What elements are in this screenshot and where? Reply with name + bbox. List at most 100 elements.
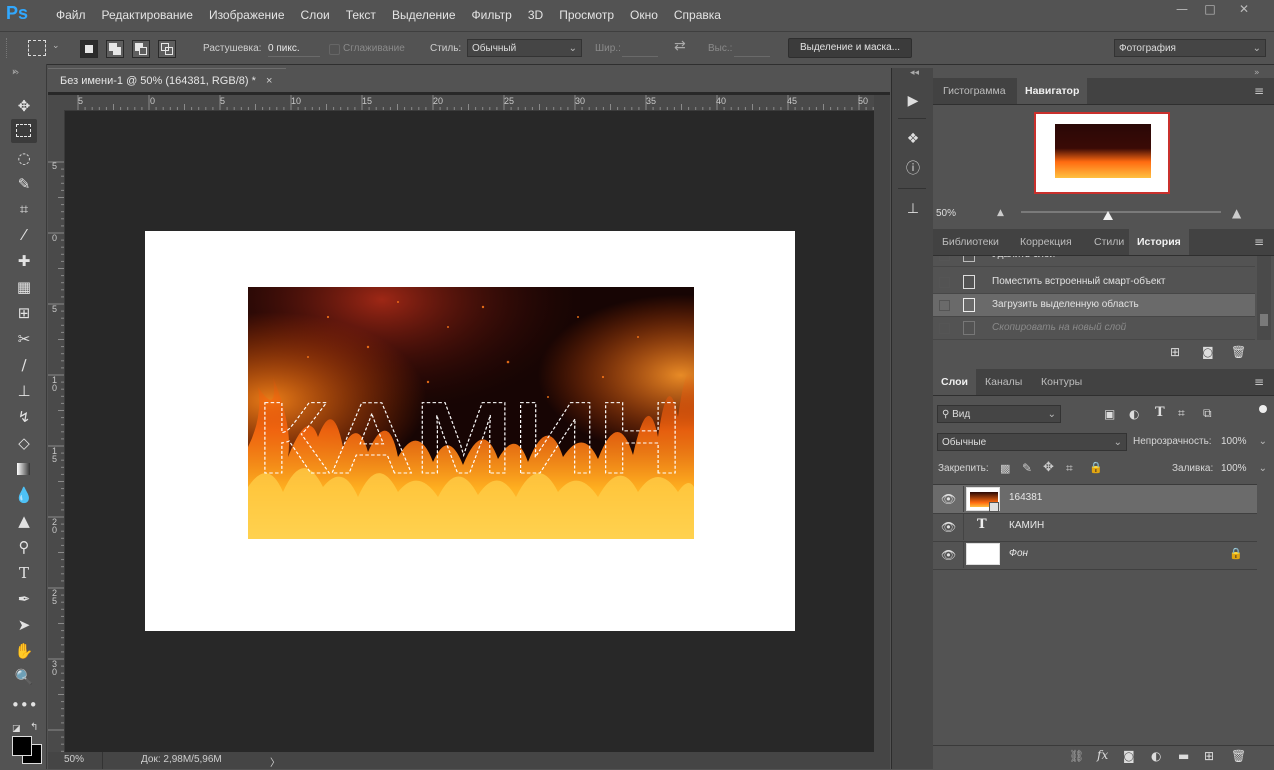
3d-icon[interactable]: ❖: [903, 128, 923, 150]
zoom-tool-icon[interactable]: 🔍: [11, 665, 37, 689]
feather-input[interactable]: 0 пикс.: [268, 43, 300, 54]
group-folder-icon[interactable]: ▬: [1178, 749, 1189, 763]
sharpen-tool-icon[interactable]: ▲: [11, 509, 37, 533]
history-scrollbar-thumb[interactable]: [1260, 314, 1268, 326]
quick-selection-tool-icon[interactable]: ✎: [11, 172, 37, 196]
new-document-from-state-icon[interactable]: ⊞: [1170, 345, 1180, 359]
camera-icon[interactable]: ◙: [1202, 345, 1214, 359]
navigator-zoom[interactable]: 50%: [936, 208, 956, 219]
blur-tool-icon[interactable]: 💧: [11, 483, 37, 507]
history-item-undone[interactable]: Скопировать на новый слой: [933, 317, 1255, 340]
fill-input[interactable]: 100% ⌄: [1217, 460, 1269, 478]
new-selection-icon[interactable]: [80, 40, 98, 58]
history-brush-tool-icon[interactable]: ↯: [11, 405, 37, 429]
document-tab[interactable]: Без имени-1 @ 50% (164381, RGB/8) * ×: [48, 68, 286, 92]
height-input[interactable]: [734, 56, 770, 57]
maximize-button[interactable]: □: [1196, 0, 1224, 18]
frame-tool-icon[interactable]: ⊞: [11, 301, 37, 325]
filter-shape-icon[interactable]: ⌗: [1178, 406, 1185, 421]
type-tool-icon[interactable]: T: [11, 561, 37, 585]
style-select[interactable]: Обычный ⌄: [467, 39, 582, 57]
zoom-slider-track[interactable]: [1021, 211, 1221, 213]
filter-smart-object-icon[interactable]: ⧉: [1203, 406, 1212, 421]
history-item[interactable]: Удалить слой: [933, 256, 1255, 267]
move-tool-icon[interactable]: ✥: [11, 94, 37, 118]
add-mask-icon[interactable]: ◙: [1123, 749, 1135, 763]
filter-toggle[interactable]: [1259, 405, 1267, 413]
more-tools-icon[interactable]: •••: [11, 693, 38, 717]
eye-icon[interactable]: 👁: [941, 548, 956, 562]
tab-navigator[interactable]: Навигатор: [1017, 78, 1088, 104]
collapse-icon[interactable]: ◂◂: [910, 68, 919, 78]
adjustment-layer-icon[interactable]: ◐: [1151, 749, 1161, 763]
lasso-tool-icon[interactable]: ◌: [11, 146, 37, 170]
layer-row[interactable]: 👁 Фон 🔒: [933, 541, 1257, 570]
vertical-scrollbar[interactable]: [874, 95, 890, 752]
menu-edit[interactable]: Редактирование: [94, 0, 201, 30]
status-menu-arrow[interactable]: 〉: [270, 754, 280, 769]
close-tab-icon[interactable]: ×: [266, 69, 272, 93]
clone-source-icon[interactable]: ⊥: [903, 198, 923, 220]
dodge-tool-icon[interactable]: ⚲: [11, 535, 37, 559]
filter-type-icon[interactable]: T: [1155, 405, 1165, 420]
history-source-checkbox[interactable]: [939, 256, 950, 261]
layer-filter-select[interactable]: ⚲ Вид ⌄: [937, 405, 1061, 423]
swap-colors-icon[interactable]: ↰: [30, 722, 38, 733]
close-button[interactable]: ✕: [1230, 0, 1258, 18]
link-layers-icon[interactable]: ⛓: [1069, 749, 1084, 763]
history-item-selected[interactable]: Загрузить выделенную область: [933, 294, 1255, 317]
collapse-icon[interactable]: »: [1254, 68, 1260, 78]
opacity-input[interactable]: 100% ⌄: [1217, 433, 1269, 451]
tab-adjustments[interactable]: Коррекция: [1012, 229, 1080, 255]
eye-icon[interactable]: 👁: [941, 492, 956, 506]
play-icon[interactable]: ▶: [903, 90, 923, 112]
foreground-color-swatch[interactable]: [12, 736, 32, 756]
lock-all-icon[interactable]: 🔒: [1089, 461, 1103, 474]
menu-image[interactable]: Изображение: [201, 0, 293, 30]
trash-icon[interactable]: 🗑: [1231, 345, 1246, 359]
marquee-preset-icon[interactable]: [28, 40, 46, 56]
menu-type[interactable]: Текст: [338, 0, 384, 30]
menu-view[interactable]: Просмотр: [551, 0, 622, 30]
minimize-button[interactable]: —: [1168, 0, 1196, 18]
layer-row-selected[interactable]: 👁 164381: [933, 485, 1257, 514]
panel-menu-icon[interactable]: ≡: [1254, 84, 1266, 98]
fire-image-layer[interactable]: КАМИН: [248, 287, 694, 539]
zoom-slider-thumb[interactable]: [1103, 211, 1113, 220]
brush-tool-icon[interactable]: ∕: [11, 353, 37, 377]
tab-history[interactable]: История: [1129, 229, 1189, 255]
tab-styles[interactable]: Стили: [1086, 229, 1132, 255]
new-layer-icon[interactable]: ⊞: [1204, 749, 1214, 763]
menu-file[interactable]: Файл: [48, 0, 94, 30]
healing-brush-tool-icon[interactable]: ✚: [11, 249, 37, 273]
menu-window[interactable]: Окно: [622, 0, 666, 30]
layer-row[interactable]: 👁 T КАМИН: [933, 513, 1257, 542]
hand-tool-icon[interactable]: ✋: [11, 639, 37, 663]
marquee-tool-icon[interactable]: [11, 119, 37, 143]
tab-layers[interactable]: Слои: [933, 369, 976, 395]
toolbar-collapse-icon[interactable]: ››: [12, 68, 19, 78]
menu-layers[interactable]: Слои: [293, 0, 338, 30]
filter-adjustment-icon[interactable]: ◐: [1129, 407, 1139, 421]
width-input[interactable]: [622, 56, 658, 57]
crop-tool-icon[interactable]: ⌗: [11, 197, 37, 221]
eraser-tool-icon[interactable]: ◇: [11, 431, 37, 455]
pen-tool-icon[interactable]: ✒: [11, 587, 37, 611]
navigator-preview[interactable]: [1034, 112, 1170, 194]
lock-artboard-icon[interactable]: ⌗: [1066, 461, 1073, 476]
history-source-checkbox[interactable]: [939, 277, 950, 288]
filter-pixel-icon[interactable]: ▣: [1104, 407, 1115, 421]
ruler-origin[interactable]: [48, 95, 64, 110]
eyedropper-tool-icon[interactable]: ⁄: [11, 223, 37, 247]
path-selection-tool-icon[interactable]: ➤: [11, 613, 37, 637]
history-scrollbar[interactable]: [1257, 256, 1271, 340]
history-item[interactable]: Поместить встроенный смарт-объект: [933, 271, 1255, 294]
panel-menu-icon[interactable]: ≡: [1254, 235, 1266, 249]
menu-select[interactable]: Выделение: [384, 0, 464, 30]
swap-icon[interactable]: ⇄: [674, 38, 686, 54]
lock-pixels-icon[interactable]: ✎: [1022, 461, 1032, 475]
workspace-select[interactable]: Фотография ⌄: [1114, 39, 1266, 57]
zoom-out-icon[interactable]: ▲: [997, 208, 1004, 218]
stamp-tool-icon[interactable]: ⊥: [11, 379, 37, 403]
tab-channels[interactable]: Каналы: [977, 369, 1030, 395]
